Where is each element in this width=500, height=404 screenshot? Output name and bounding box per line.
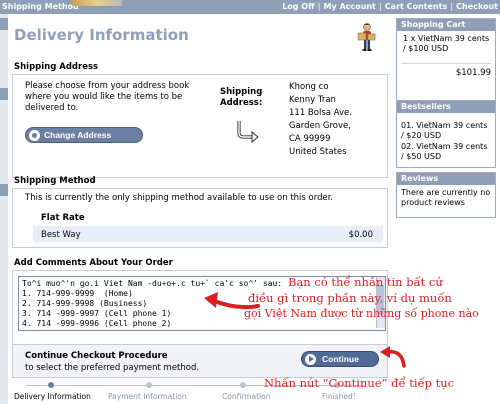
progress-dot-confirmation	[240, 382, 246, 388]
comments-title: Add Comments About Your Order	[14, 258, 173, 268]
shipping-option-row[interactable]: Best Way $0.00	[33, 226, 383, 242]
continue-description: to select the preferred payment method.	[25, 363, 200, 373]
top-bar-label: Shipping Method	[2, 2, 79, 11]
bestseller-item[interactable]: 01. VietNam 39 cents / $20 USD	[401, 121, 491, 141]
delivery-man-icon	[357, 23, 376, 51]
shipping-method-name: Flat Rate	[41, 213, 85, 223]
progress-step-delivery: Delivery Information	[14, 392, 91, 401]
progress-step-finished: Finished!	[322, 392, 356, 401]
reviews-text: There are currently no product reviews	[401, 188, 491, 207]
address-line: CA 99999	[289, 134, 331, 144]
play-arrow-icon	[305, 354, 316, 365]
change-address-button[interactable]: Change Address	[25, 127, 143, 143]
left-column-header	[0, 88, 8, 100]
header-banner-strip	[72, 0, 122, 6]
left-column-header	[0, 184, 8, 196]
address-line: United States	[289, 147, 347, 157]
bestseller-item[interactable]: 02. VietNam 39 cents / $50 USD	[401, 142, 491, 162]
progress-step-confirmation: Confirmation	[222, 392, 271, 401]
address-instructions: Please choose from your address book whe…	[25, 81, 190, 113]
shipping-address-label-line2: Address:	[220, 98, 263, 108]
shipping-option-name: Best Way	[41, 230, 81, 240]
change-address-label: Change Address	[44, 130, 112, 140]
shipping-method-description: This is currently the only shipping meth…	[25, 193, 334, 203]
checkout-link[interactable]: Checkout	[456, 2, 498, 11]
page-title: Delivery Information	[14, 26, 189, 44]
bestsellers-header[interactable]: Bestsellers	[397, 101, 495, 113]
continue-button[interactable]: Continue	[301, 351, 379, 367]
my-account-link[interactable]: My Account	[324, 2, 376, 11]
shipping-address-panel: Please choose from your address book whe…	[12, 74, 388, 178]
shipping-address-label: Shipping Address:	[220, 87, 262, 109]
cart-item[interactable]: 1 x VietNam 39 cents / $100 USD	[401, 34, 491, 54]
reviews-box: Reviews There are currently no product r…	[396, 172, 496, 218]
nav-separator: |	[378, 2, 382, 11]
progress-dot-delivery	[48, 382, 54, 388]
top-navigation-bar: Shipping Method Log Off | My Account | Cart …	[0, 0, 500, 14]
reviews-header[interactable]: Reviews	[397, 173, 495, 185]
shipping-address-title: Shipping Address	[14, 62, 99, 72]
shipping-address-label-line1: Shipping	[220, 87, 263, 97]
nav-separator: |	[317, 2, 321, 11]
shopping-cart-box: Shopping Cart 1 x VietNam 39 cents / $10…	[396, 18, 496, 110]
shipping-option-price: $0.00	[348, 230, 373, 240]
progress-step-payment: Payment Information	[108, 392, 187, 401]
curved-arrow-icon	[236, 121, 259, 143]
comment-annotation-arrow	[204, 292, 260, 310]
shopping-cart-header[interactable]: Shopping Cart	[397, 19, 495, 31]
globe-icon	[29, 130, 40, 141]
left-column	[0, 14, 8, 404]
continue-button-label: Continue	[322, 354, 359, 364]
continue-panel: Continue Checkout Procedure to select th…	[12, 344, 388, 378]
address-line: Garden Grove,	[289, 121, 351, 131]
nav-separator: |	[450, 2, 454, 11]
bestsellers-box: Bestsellers 01. VietNam 39 cents / $20 U…	[396, 100, 496, 168]
address-line: Khong co	[289, 82, 329, 92]
shipping-method-title: Shipping Method	[14, 176, 96, 186]
left-column-header	[0, 18, 8, 30]
account-links: Log Off | My Account | Cart Contents | Checkou…	[282, 2, 498, 11]
cart-total: $101.99	[401, 63, 491, 78]
delivery-address: Khong co Kenny Tran 111 Bolsa Ave. Garde…	[289, 81, 352, 159]
main-content: Delivery Information Shipping Address Pl…	[8, 14, 390, 404]
shipping-method-panel: This is currently the only shipping meth…	[12, 188, 388, 248]
cart-contents-link[interactable]: Cart Contents	[385, 2, 447, 11]
right-sidebar: Shopping Cart 1 x VietNam 39 cents / $10…	[396, 14, 500, 404]
log-off-link[interactable]: Log Off	[282, 2, 314, 11]
progress-dot-payment	[146, 382, 152, 388]
address-line: Kenny Tran	[289, 95, 336, 105]
address-line: 111 Bolsa Ave.	[289, 108, 352, 118]
continue-title: Continue Checkout Procedure	[25, 351, 168, 361]
